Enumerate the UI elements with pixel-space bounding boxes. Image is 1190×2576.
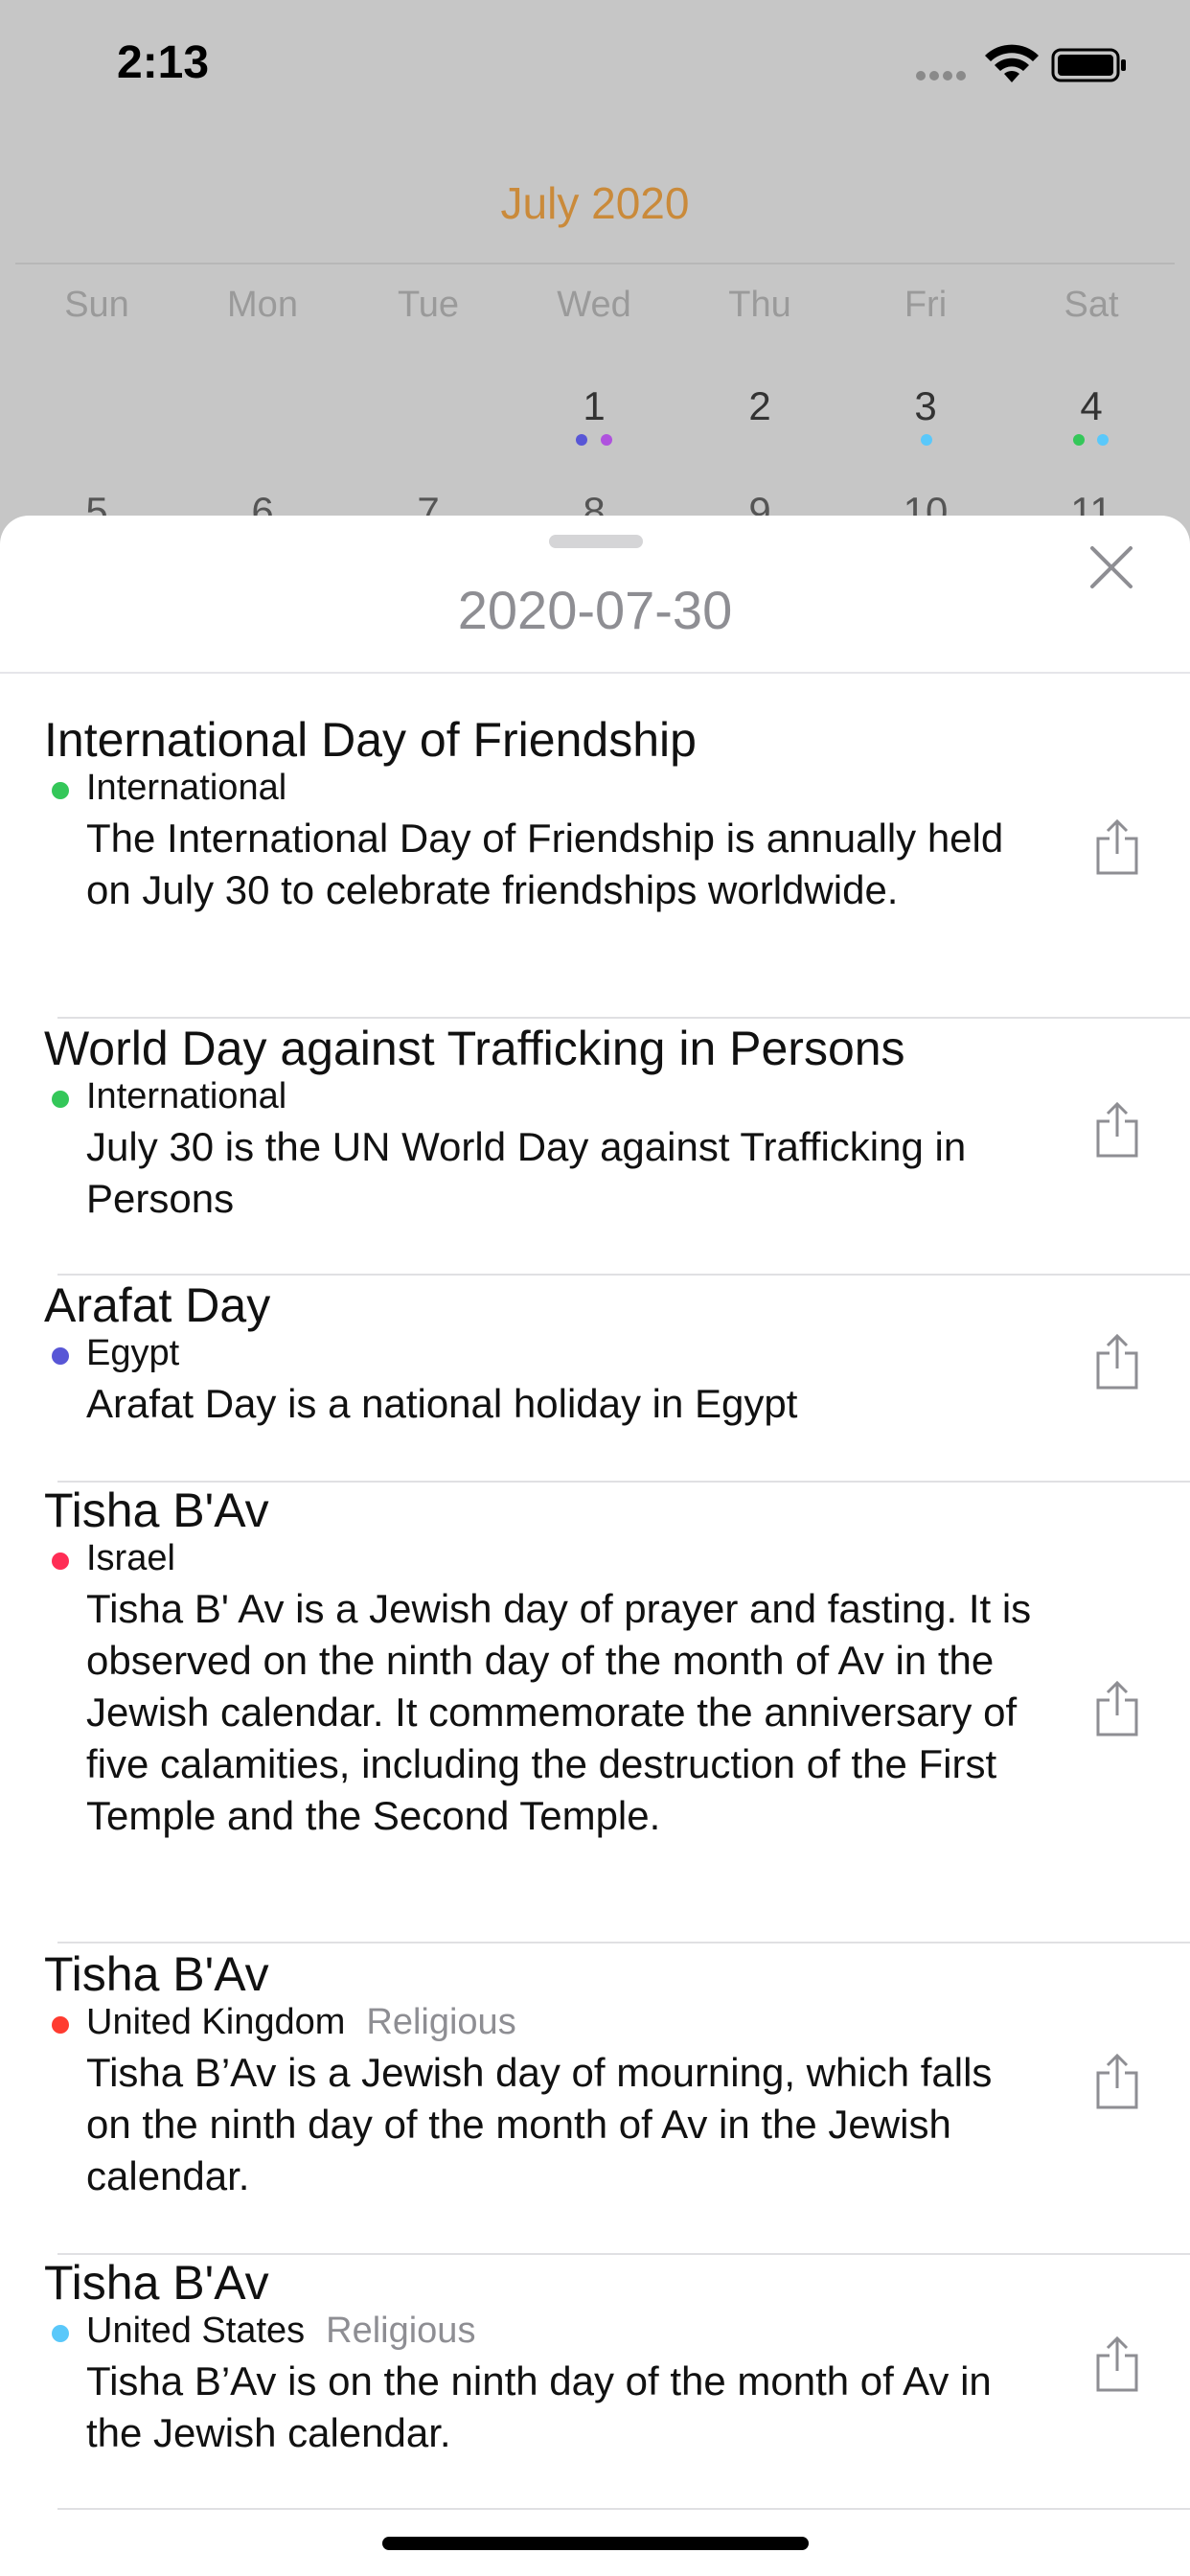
event-dot — [1073, 434, 1085, 446]
battery-icon — [1051, 48, 1126, 82]
weekday-tue: Tue — [397, 285, 460, 325]
status-bar: 2:13 — [0, 0, 1190, 129]
home-indicator[interactable] — [382, 2537, 809, 2550]
event-category-tag: Religious — [366, 2002, 516, 2042]
region-dot — [52, 1552, 69, 1570]
region-dot — [52, 2325, 69, 2342]
cellular-signal-icon — [916, 71, 966, 80]
weekday-thu: Thu — [728, 285, 791, 325]
share-icon[interactable] — [1092, 2334, 1142, 2394]
share-icon[interactable] — [1092, 2052, 1142, 2111]
event-row[interactable]: Tisha B'Av Israel Tisha B' Av is a Jewis… — [0, 1483, 1190, 1946]
weekday-wed: Wed — [557, 285, 631, 325]
event-description: Arafat Day is a national holiday in Egyp… — [86, 1381, 798, 1426]
event-row[interactable]: Tisha B'Av United Kingdom Religious Tisha… — [0, 1946, 1190, 2255]
event-category-tag: Religious — [326, 2311, 476, 2351]
event-description: July 30 is the UN World Day against Traf… — [86, 1124, 967, 1221]
status-time: 2:13 — [117, 37, 210, 88]
sheet-grabber[interactable] — [549, 535, 643, 548]
calendar-day[interactable]: 1 — [511, 383, 677, 429]
region-dot — [52, 1347, 69, 1365]
calendar-day[interactable]: 3 — [842, 383, 1009, 429]
calendar-day[interactable]: 2 — [676, 383, 843, 429]
event-row[interactable]: Arafat Day Egypt Arafat Day is a nationa… — [0, 1277, 1190, 1483]
event-title: Tisha B'Av — [44, 2256, 269, 2310]
weekday-sat: Sat — [1064, 285, 1119, 325]
calendar-day[interactable]: 4 — [1008, 383, 1175, 429]
header-divider — [0, 672, 1190, 674]
event-title: Tisha B'Av — [44, 1947, 269, 2001]
row-separator — [57, 1274, 1190, 1276]
month-title: July 2020 — [500, 178, 690, 228]
event-row[interactable]: World Day against Trafficking in Persons… — [0, 1021, 1190, 1277]
day-detail-sheet: 2020-07-30 International Day of Friendsh… — [0, 516, 1190, 2576]
event-region: International — [86, 1076, 287, 1116]
event-region: United Kingdom Religious — [86, 2002, 516, 2042]
event-region: Egypt — [86, 1333, 180, 1373]
event-row[interactable]: Tisha B'Av United States Religious Tisha … — [0, 2255, 1190, 2512]
weekday-fri: Fri — [904, 285, 948, 325]
event-title: World Day against Trafficking in Persons — [44, 1022, 905, 1075]
event-dot — [921, 434, 932, 446]
event-title: Tisha B'Av — [44, 1484, 269, 1537]
event-row[interactable]: International Day of Friendship Internat… — [0, 712, 1190, 1019]
event-title: Arafat Day — [44, 1278, 271, 1332]
weekday-mon: Mon — [227, 285, 298, 325]
event-dot — [576, 434, 587, 446]
event-region: Israel — [86, 1538, 175, 1578]
event-description: Tisha B’Av is on the ninth day of the mo… — [86, 2358, 992, 2455]
event-description: Tisha B' Av is a Jewish day of prayer an… — [86, 1586, 1032, 1838]
row-separator — [57, 1942, 1190, 1944]
event-description: The International Day of Friendship is a… — [86, 816, 1004, 912]
weekday-sun: Sun — [64, 285, 129, 325]
event-title: International Day of Friendship — [44, 713, 697, 767]
share-icon[interactable] — [1092, 1100, 1142, 1160]
event-region: International — [86, 768, 287, 808]
event-description: Tisha B’Av is a Jewish day of mourning, … — [86, 2050, 993, 2198]
region-dot — [52, 2016, 69, 2034]
event-region: United States Religious — [86, 2311, 476, 2351]
share-icon[interactable] — [1092, 1679, 1142, 1738]
row-separator — [57, 2508, 1190, 2510]
selected-date-title: 2020-07-30 — [457, 580, 733, 640]
region-dot — [52, 1091, 69, 1108]
event-dot — [601, 434, 612, 446]
region-dot — [52, 782, 69, 799]
share-icon[interactable] — [1092, 817, 1142, 877]
share-icon[interactable] — [1092, 1332, 1142, 1392]
event-dot — [1097, 434, 1109, 446]
calendar-month-view: July 2020 Sun Mon Tue Wed Thu Fri Sat 1 … — [0, 129, 1190, 534]
row-separator — [57, 1017, 1190, 1019]
wifi-icon — [985, 44, 1039, 82]
month-divider — [15, 263, 1175, 264]
